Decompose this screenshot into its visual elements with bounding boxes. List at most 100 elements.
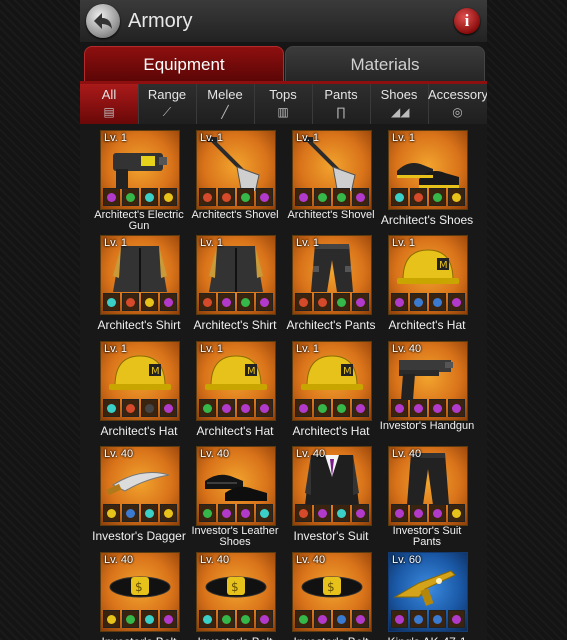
- item-level: Lv. 40: [200, 554, 230, 566]
- category-tab-pants[interactable]: Pants ∏: [312, 84, 371, 124]
- item-card[interactable]: Lv. 1 Architect's Shovel: [287, 124, 388, 229]
- gem-icon: [429, 399, 446, 417]
- item-grid: Lv. 1 Architect's Electric Gun Lv. 1 Archit…: [80, 124, 487, 640]
- info-button[interactable]: i: [454, 8, 480, 34]
- gem-icon: [314, 504, 331, 522]
- gem-icon: [448, 399, 465, 417]
- gem-icon: [237, 188, 254, 206]
- category-label: Shoes: [380, 87, 418, 102]
- gem-icon: [103, 504, 120, 522]
- item-card[interactable]: Lv. 1 Architect's Pants: [287, 229, 388, 334]
- item-level: Lv. 1: [104, 237, 128, 249]
- item-card[interactable]: Lv. 1 Architect's Electric Gun: [94, 124, 196, 232]
- gem-icon: [218, 399, 235, 417]
- pants-icon: ∏: [336, 105, 346, 119]
- gem-icon: [122, 188, 139, 206]
- gem-icon: [295, 504, 312, 522]
- gem-slots: [295, 293, 369, 311]
- item-card[interactable]: Lv. 1 Architect's Shovel: [191, 124, 292, 229]
- gem-icon: [122, 610, 139, 628]
- gem-slots: [199, 610, 273, 628]
- page-title: Armory: [128, 10, 193, 32]
- category-tab-accessory[interactable]: Accessory ◎: [428, 84, 487, 124]
- item-card[interactable]: Lv. 1 Architect's Shoes: [381, 124, 484, 229]
- item-card[interactable]: Lv. 1 Architect's Shirt: [98, 229, 196, 334]
- item-card[interactable]: M Lv. 1 Architect's Hat: [388, 229, 484, 334]
- item-thumbnail: $ Lv. 40: [196, 552, 276, 632]
- item-card[interactable]: $Lv. 40Investor's Belt: [196, 546, 292, 640]
- gem-slots: [103, 188, 177, 206]
- tab-materials[interactable]: Materials: [285, 46, 485, 81]
- gem-icon: [391, 610, 408, 628]
- gem-icon: [391, 504, 408, 522]
- item-card[interactable]: Lv. 40 Investor's Dagger: [92, 440, 196, 545]
- gem-icon: [295, 399, 312, 417]
- gem-icon: [256, 610, 273, 628]
- item-name: Architect's Shovel: [191, 209, 279, 221]
- item-thumbnail: Lv. 1: [100, 130, 180, 210]
- category-label: All: [101, 87, 117, 102]
- gem-icon: [160, 293, 177, 311]
- accessory-icon: ◎: [452, 105, 463, 119]
- gem-icon: [141, 293, 158, 311]
- gem-icon: [199, 293, 216, 311]
- item-card[interactable]: Lv. 60King's AK-47-1: [387, 546, 484, 640]
- category-tab-range[interactable]: Range ⟋: [138, 84, 197, 124]
- item-name: Architect's Shovel: [287, 209, 375, 221]
- gem-icon: [352, 504, 369, 522]
- item-level: Lv. 1: [392, 132, 416, 144]
- gem-icon: [199, 504, 216, 522]
- item-level: Lv. 1: [104, 343, 128, 355]
- category-tab-shoes[interactable]: Shoes ◢◢: [370, 84, 429, 124]
- item-card[interactable]: Lv. 40 Investor's Suit: [292, 440, 388, 545]
- item-thumbnail: Lv. 1: [196, 130, 276, 210]
- item-thumbnail: Lv. 40: [292, 446, 372, 526]
- item-card[interactable]: $Lv. 40Investor's Belt: [100, 546, 196, 640]
- item-level: Lv. 1: [296, 132, 320, 144]
- category-tab-all[interactable]: All ▤: [80, 84, 139, 124]
- gem-icon: [314, 188, 331, 206]
- svg-text:M: M: [439, 260, 448, 271]
- gem-icon: [448, 188, 465, 206]
- gem-icon: [141, 399, 158, 417]
- item-card[interactable]: Lv. 40 Investor's Leather Shoes: [191, 440, 292, 548]
- back-button[interactable]: [86, 4, 120, 38]
- item-card[interactable]: M Lv. 1 Architect's Hat: [100, 335, 196, 440]
- gem-icon: [141, 504, 158, 522]
- item-card[interactable]: M Lv. 1 Architect's Hat: [292, 335, 388, 440]
- item-card[interactable]: Lv. 40 Investor's Suit Pants: [388, 440, 484, 548]
- gem-icon: [218, 610, 235, 628]
- category-tab-tops[interactable]: Tops ▥: [254, 84, 313, 124]
- item-name: Architect's Hat: [388, 318, 466, 332]
- gem-slots: [391, 610, 465, 628]
- item-thumbnail: $ Lv. 40: [292, 552, 372, 632]
- gem-icon: [237, 504, 254, 522]
- category-label: Range: [147, 87, 187, 102]
- gem-icon: [160, 610, 177, 628]
- gem-icon: [256, 504, 273, 522]
- item-name: Architect's Hat: [292, 424, 370, 438]
- item-card[interactable]: Lv. 1 Architect's Shirt: [194, 229, 292, 334]
- gem-icon: [429, 188, 446, 206]
- item-thumbnail: Lv. 1: [292, 235, 372, 315]
- gem-slots: [199, 504, 273, 522]
- shirt-icon: ▥: [277, 105, 289, 119]
- gem-icon: [295, 293, 312, 311]
- gem-icon: [199, 188, 216, 206]
- gem-icon: [314, 399, 331, 417]
- tab-equipment[interactable]: Equipment: [84, 46, 284, 81]
- gem-icon: [448, 610, 465, 628]
- top-bar: Armory i: [80, 0, 487, 43]
- gem-icon: [103, 293, 120, 311]
- item-level: Lv. 1: [296, 237, 320, 249]
- item-card[interactable]: Lv. 40 Investor's Handgun: [380, 335, 484, 440]
- category-tabs: All ▤ Range ⟋ Melee ╱ Tops ▥ Pants ∏ Sho…: [80, 84, 487, 125]
- item-level: Lv. 40: [104, 448, 134, 460]
- gem-icon: [237, 610, 254, 628]
- gem-icon: [141, 610, 158, 628]
- item-card[interactable]: M Lv. 1 Architect's Hat: [196, 335, 292, 440]
- svg-text:$: $: [327, 580, 335, 594]
- item-card[interactable]: $Lv. 40Investor's Belt: [292, 546, 388, 640]
- category-tab-melee[interactable]: Melee ╱: [196, 84, 255, 124]
- gem-icon: [103, 610, 120, 628]
